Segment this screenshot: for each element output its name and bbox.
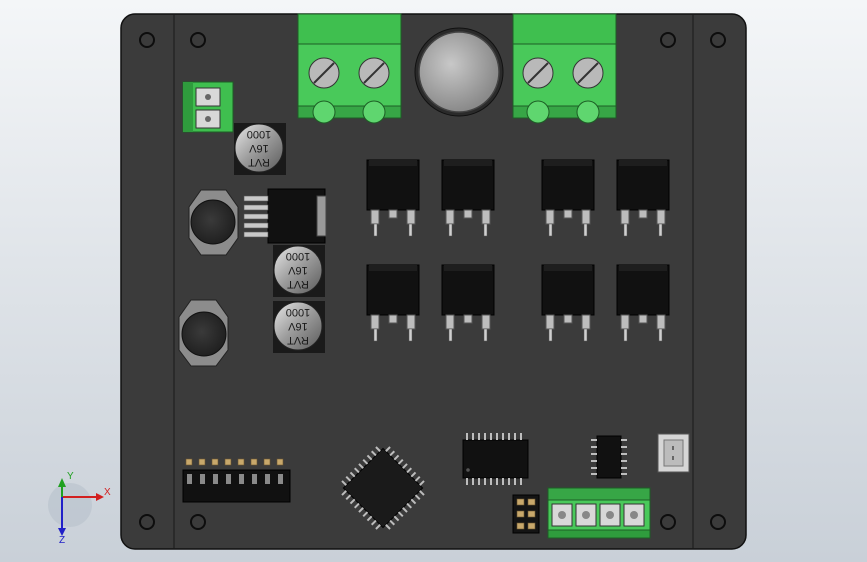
- power-terminal-left: [297, 13, 402, 124]
- capacitor-c2: RVT 16V 1000: [273, 245, 325, 297]
- x-axis-label: X: [104, 487, 111, 498]
- pin-header: [512, 494, 540, 534]
- capacitor-c2-line1: RVT: [287, 278, 309, 290]
- capacitor-c3: RVT 16V 1000: [273, 301, 325, 353]
- y-axis-arrow: [58, 478, 66, 487]
- capacitor-c1: RVT 16V 1000: [234, 123, 286, 175]
- capacitor-c1-line3: 1000: [247, 128, 271, 140]
- driver-ic: [462, 433, 529, 485]
- capacitor-c1-line1: RVT: [248, 156, 270, 168]
- capacitor-c2-line2: 16V: [288, 264, 308, 276]
- cad-viewport[interactable]: RVT 16V 1000 RVT 16V 1000 RVT 16V 1000 X…: [0, 0, 867, 562]
- capacitor-c2-line3: 1000: [286, 250, 310, 262]
- coordinate-triad: X Y Z: [48, 471, 111, 546]
- capacitor-c3-line3: 1000: [286, 306, 310, 318]
- signal-terminal: [547, 487, 651, 539]
- small-terminal: [182, 81, 234, 133]
- inductor-l2: [178, 299, 229, 367]
- bulk-capacitor: [414, 27, 504, 117]
- inductor-l1: [188, 189, 239, 256]
- capacitor-c3-line1: RVT: [287, 334, 309, 346]
- voltage-regulator: [243, 188, 327, 244]
- z-axis-label: Z: [59, 535, 65, 546]
- jst-connector: [657, 433, 690, 473]
- capacitor-c3-line2: 16V: [288, 320, 308, 332]
- capacitor-c1-line2: 16V: [249, 142, 269, 154]
- power-terminal-right: [512, 13, 617, 124]
- y-axis-label: Y: [67, 471, 74, 482]
- x-axis-arrow: [96, 493, 104, 501]
